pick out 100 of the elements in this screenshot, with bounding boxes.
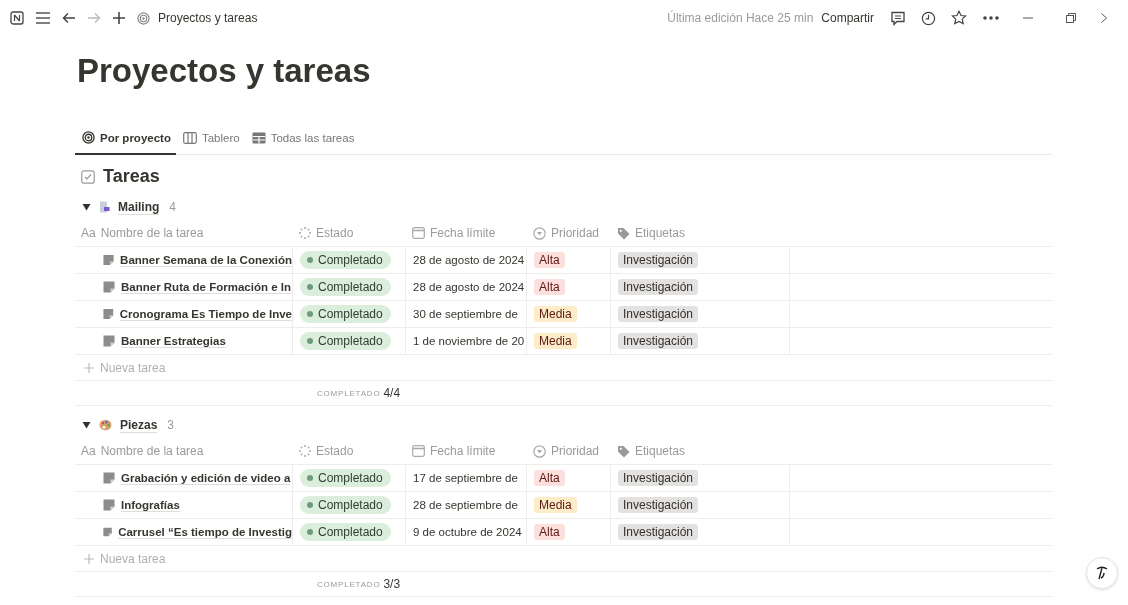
priority-tag: Alta bbox=[534, 524, 565, 540]
status-tag: Completado bbox=[300, 251, 391, 269]
clock-icon[interactable] bbox=[921, 10, 936, 26]
document-icon bbox=[99, 201, 110, 213]
summary-label: COMPLETADO bbox=[317, 388, 381, 398]
back-arrow-icon[interactable] bbox=[62, 11, 76, 25]
share-button[interactable]: Compartir bbox=[821, 11, 874, 25]
plus-icon bbox=[84, 553, 94, 564]
view-tab[interactable]: Por proyecto bbox=[75, 126, 176, 155]
task-name-link[interactable]: Banner Ruta de Formación e In bbox=[121, 280, 291, 294]
column-header[interactable]: Prioridad bbox=[551, 226, 600, 240]
status-icon bbox=[299, 227, 311, 239]
comment-icon[interactable] bbox=[890, 10, 906, 26]
label-tag: Investigación bbox=[618, 497, 699, 513]
text-type-icon: Aa bbox=[81, 226, 96, 240]
notion-logo-icon[interactable] bbox=[10, 11, 24, 25]
task-name-link[interactable]: Grabación y edición de video a bbox=[121, 471, 291, 485]
priority-tag: Media bbox=[534, 333, 577, 349]
label-tag: Investigación bbox=[618, 252, 699, 268]
due-date: 30 de septiembre de bbox=[413, 308, 518, 320]
task-name-link[interactable]: Banner Estrategias bbox=[121, 334, 226, 348]
group-name[interactable]: Mailing bbox=[118, 199, 160, 215]
page-icon bbox=[103, 254, 115, 266]
group-count: 4 bbox=[169, 200, 177, 214]
column-header[interactable]: Estado bbox=[316, 444, 354, 458]
group-count: 3 bbox=[167, 418, 175, 432]
calendar-icon bbox=[412, 227, 425, 239]
priority-tag: Media bbox=[534, 306, 577, 322]
page-icon bbox=[103, 308, 114, 320]
page-icon bbox=[103, 281, 115, 293]
status-tag: Completado bbox=[300, 469, 391, 487]
status-tag: Completado bbox=[300, 305, 391, 323]
column-header[interactable]: Etiquetas bbox=[635, 444, 686, 458]
close-icon[interactable] bbox=[1101, 13, 1107, 23]
select-icon bbox=[533, 444, 546, 458]
column-header[interactable]: Prioridad bbox=[551, 444, 600, 458]
summary-value: 3/3 bbox=[383, 577, 401, 591]
target-icon bbox=[137, 11, 150, 25]
palette-icon bbox=[99, 419, 112, 431]
column-header[interactable]: Nombre de la tarea bbox=[100, 444, 204, 458]
page-icon bbox=[103, 499, 115, 511]
status-tag: Completado bbox=[300, 332, 391, 350]
label-tag: Investigación bbox=[618, 470, 699, 486]
status-tag: Completado bbox=[300, 523, 391, 541]
target-icon bbox=[82, 131, 95, 144]
priority-tag: Media bbox=[534, 497, 577, 513]
breadcrumb-link[interactable]: Proyectos y tareas bbox=[158, 11, 258, 25]
priority-tag: Alta bbox=[534, 470, 565, 486]
task-name-link[interactable]: Banner Semana de la Conexión bbox=[120, 253, 292, 267]
last-edited-text: Última edición Hace 25 min bbox=[667, 11, 814, 25]
caret-icon[interactable] bbox=[82, 203, 91, 211]
columns-icon bbox=[182, 131, 197, 144]
status-tag: Completado bbox=[300, 278, 391, 296]
star-icon[interactable] bbox=[951, 10, 967, 26]
due-date: 28 de agosto de 2024 bbox=[413, 254, 525, 266]
select-icon bbox=[533, 226, 546, 240]
page-icon bbox=[103, 526, 113, 538]
page-icon bbox=[103, 335, 115, 347]
checkbox-icon bbox=[81, 169, 95, 184]
status-tag: Completado bbox=[300, 496, 391, 514]
help-button[interactable] bbox=[1086, 557, 1118, 589]
column-header[interactable]: Fecha límite bbox=[430, 444, 496, 458]
plus-icon[interactable] bbox=[112, 11, 126, 25]
label-tag: Investigación bbox=[618, 306, 699, 322]
group-name[interactable]: Piezas bbox=[120, 417, 158, 433]
task-name-link[interactable]: Cronograma Es Tiempo de Inve bbox=[119, 307, 292, 321]
label-tag: Investigación bbox=[618, 279, 699, 295]
due-date: 17 de septiembre de bbox=[413, 472, 518, 484]
column-header[interactable]: Fecha límite bbox=[430, 226, 496, 240]
menu-icon[interactable] bbox=[35, 11, 51, 25]
due-date: 9 de octubre de 2024 bbox=[413, 526, 522, 538]
page-title: Proyectos y tareas bbox=[77, 52, 372, 91]
view-tab[interactable]: Todas las tareas bbox=[244, 126, 360, 155]
column-header[interactable]: Nombre de la tarea bbox=[100, 226, 204, 240]
due-date: 1 de noviembre de 20 bbox=[413, 335, 525, 347]
view-tab[interactable]: Tablero bbox=[175, 126, 245, 155]
database-title: Tareas bbox=[103, 166, 160, 187]
tag-icon bbox=[617, 444, 630, 458]
caret-icon[interactable] bbox=[82, 421, 91, 429]
label-tag: Investigación bbox=[618, 333, 699, 349]
plus-icon bbox=[84, 362, 94, 373]
column-header[interactable]: Etiquetas bbox=[635, 226, 686, 240]
status-icon bbox=[299, 445, 311, 457]
due-date: 28 de septiembre de bbox=[413, 499, 518, 511]
priority-tag: Alta bbox=[534, 279, 565, 295]
text-type-icon: Aa bbox=[81, 444, 96, 458]
more-icon[interactable] bbox=[982, 15, 1000, 21]
due-date: 28 de agosto de 2024 bbox=[413, 281, 525, 293]
calendar-icon bbox=[412, 445, 425, 457]
summary-value: 4/4 bbox=[383, 386, 401, 400]
restore-icon[interactable] bbox=[1066, 13, 1076, 23]
tag-icon bbox=[617, 226, 630, 240]
table-icon bbox=[251, 131, 266, 144]
task-name-link[interactable]: Infografías bbox=[121, 498, 180, 512]
priority-tag: Alta bbox=[534, 252, 565, 268]
task-name-link[interactable]: Carrusel “Es tiempo de Investig bbox=[118, 525, 292, 539]
summary-label: COMPLETADO bbox=[317, 579, 381, 589]
page-icon bbox=[103, 472, 115, 484]
label-tag: Investigación bbox=[618, 524, 699, 540]
column-header[interactable]: Estado bbox=[316, 226, 354, 240]
